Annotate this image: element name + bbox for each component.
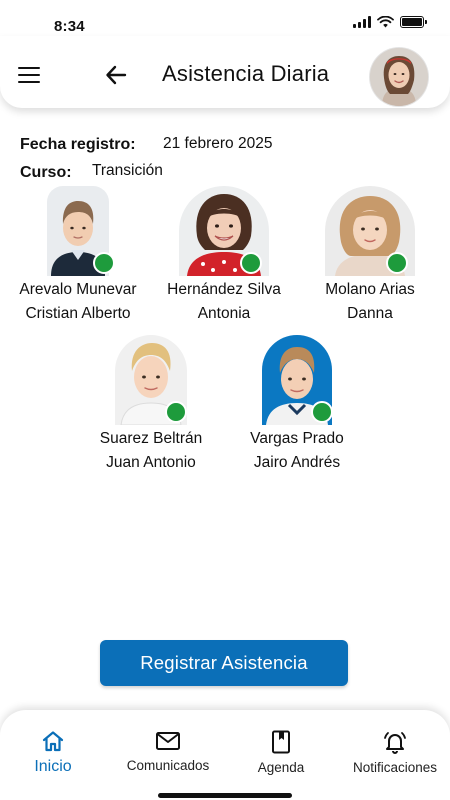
date-row: Fecha registro: 21 febrero 2025 <box>20 135 272 154</box>
student-card[interactable]: Hernández Silva Antonia <box>149 186 299 326</box>
page-title: Asistencia Diaria <box>162 61 330 86</box>
status-icons <box>353 16 427 28</box>
course-row: Curso: Transición <box>20 162 163 182</box>
student-photo <box>113 335 189 426</box>
nav-label: Notificaciones <box>352 760 438 775</box>
bottom-navigation: Inicio Comunicados Agenda Notificaciones <box>0 710 450 800</box>
nav-item-inicio[interactable]: Inicio <box>30 730 76 776</box>
nav-label: Agenda <box>257 760 305 775</box>
agenda-book-icon <box>272 730 290 754</box>
student-card[interactable]: Suarez Beltrán Juan Antonio <box>76 335 226 475</box>
home-indicator <box>158 793 292 798</box>
nav-label: Inicio <box>34 758 72 775</box>
signal-icon <box>353 16 371 28</box>
student-photo <box>178 186 270 276</box>
wifi-icon <box>377 16 394 28</box>
home-icon <box>42 731 64 752</box>
register-attendance-button[interactable]: Registrar Asistencia <box>100 640 348 686</box>
nav-item-notificaciones[interactable]: Notificaciones <box>347 730 443 775</box>
date-value: 21 febrero 2025 <box>163 135 273 152</box>
student-name-line1: Vargas Prado <box>250 430 344 447</box>
course-value: Transición <box>92 162 163 179</box>
student-card[interactable]: Vargas Prado Jairo Andrés <box>222 335 372 475</box>
student-name-line2: Jairo Andrés <box>253 454 341 471</box>
student-name-line2: Danna <box>347 305 393 322</box>
student-photo <box>43 186 115 276</box>
student-name-line1: Molano Arias <box>325 281 415 298</box>
student-photo <box>324 186 416 276</box>
date-label: Fecha registro: <box>20 136 136 153</box>
app-header: Asistencia Diaria <box>0 36 450 108</box>
back-arrow-icon[interactable] <box>103 62 129 88</box>
nav-item-agenda[interactable]: Agenda <box>254 730 308 775</box>
student-name-line1: Arevalo Munevar <box>19 281 137 298</box>
nav-label: Comunicados <box>126 758 210 773</box>
student-photo <box>259 335 335 425</box>
user-avatar[interactable] <box>370 48 428 106</box>
hamburger-menu-icon[interactable] <box>18 67 40 83</box>
student-name-line1: Hernández Silva <box>167 281 281 298</box>
mail-icon <box>156 732 180 750</box>
present-status-dot <box>311 401 333 423</box>
student-name-line2: Juan Antonio <box>106 454 196 471</box>
battery-icon <box>400 16 427 28</box>
course-label: Curso: <box>20 164 72 181</box>
present-status-dot <box>240 252 262 274</box>
student-name-line2: Cristian Alberto <box>25 305 131 322</box>
student-card[interactable]: Molano Arias Danna <box>295 186 445 326</box>
bell-icon <box>384 732 406 754</box>
present-status-dot <box>165 401 187 423</box>
status-time: 8:34 <box>54 18 85 35</box>
nav-item-comunicados[interactable]: Comunicados <box>122 730 214 773</box>
present-status-dot <box>93 252 115 274</box>
student-name-line2: Antonia <box>197 305 251 322</box>
student-card[interactable]: Arevalo Munevar Cristian Alberto <box>3 186 153 326</box>
present-status-dot <box>386 252 408 274</box>
student-name-line1: Suarez Beltrán <box>99 430 203 447</box>
